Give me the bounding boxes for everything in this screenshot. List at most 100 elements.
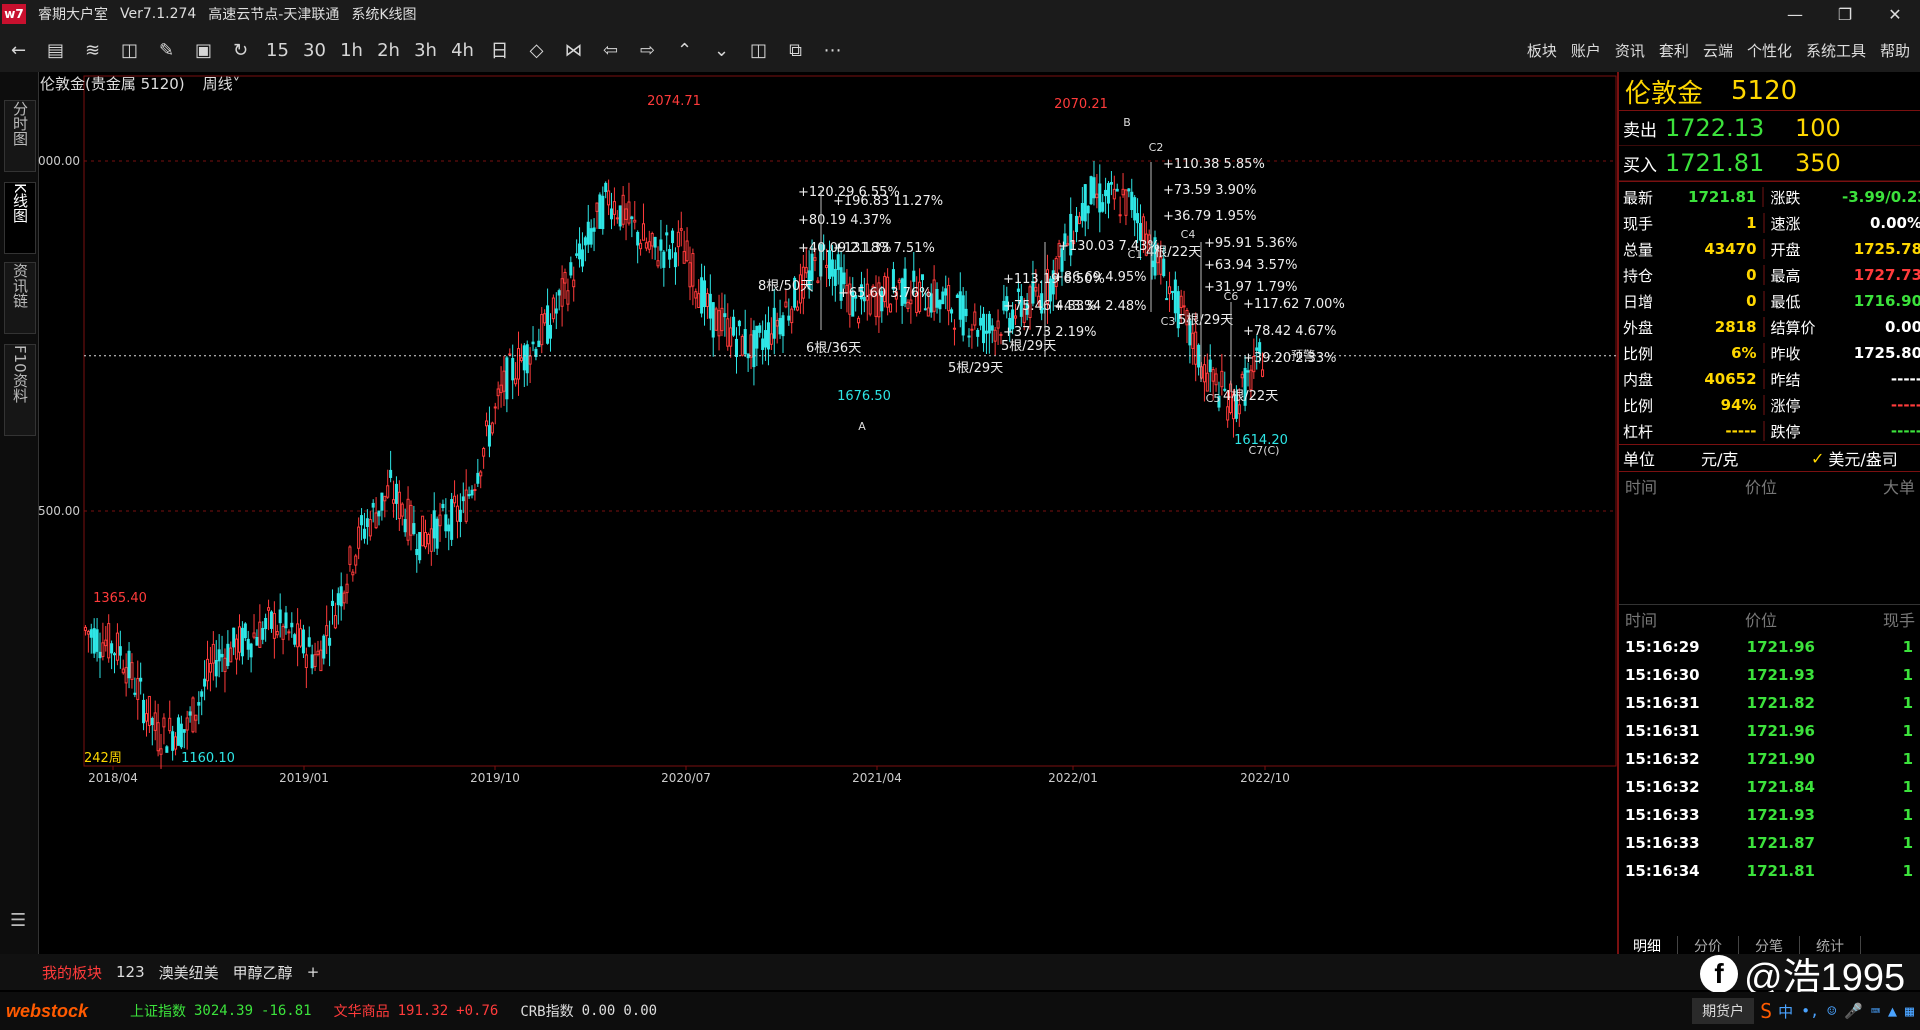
tick-time: 15:16:32 — [1625, 778, 1700, 796]
candle-body — [1080, 203, 1084, 221]
period-1h[interactable]: 1h — [333, 40, 370, 61]
menu-sectors[interactable]: 板块 — [1527, 40, 1557, 61]
up-icon[interactable]: ⌃ — [666, 40, 703, 61]
left-icon[interactable]: ⇦ — [592, 40, 629, 61]
menu-news[interactable]: 资讯 — [1615, 40, 1645, 61]
quote-value: 1721.81 — [1688, 188, 1757, 206]
tab-my-sector[interactable]: 我的板块 — [42, 962, 102, 983]
menu-personalize[interactable]: 个性化 — [1747, 40, 1792, 61]
ime-icon[interactable]: S — [1760, 999, 1772, 1023]
candle-body — [188, 711, 192, 716]
keyboard-icon[interactable]: ⌨ — [1871, 1002, 1880, 1020]
quote-label: 跌停 — [1770, 422, 1801, 441]
period-dropdown[interactable]: 周线˅ — [203, 73, 241, 94]
grid-icon[interactable]: ▦ — [1905, 1002, 1914, 1020]
down-icon[interactable]: ⌄ — [703, 40, 740, 61]
list-menu-icon[interactable]: ☰ — [10, 910, 26, 931]
quote-name: 伦敦金 — [1625, 78, 1704, 109]
candle-body — [1211, 369, 1215, 382]
candle-body — [1141, 216, 1145, 241]
candle-body — [984, 330, 988, 334]
candle-icon[interactable]: ◫ — [111, 40, 148, 61]
bid-row[interactable]: 买入 1721.81 350 — [1619, 146, 1920, 181]
draw-icon[interactable]: ✎ — [148, 40, 185, 61]
candle-body — [423, 532, 428, 548]
menu-help[interactable]: 帮助 — [1880, 40, 1910, 61]
candle-body — [578, 243, 582, 260]
ime-chinese-icon[interactable]: 中 — [1778, 1001, 1793, 1022]
zoom-out-icon[interactable]: ⋈ — [555, 40, 592, 61]
tab-kline[interactable]: K线图 — [4, 182, 36, 254]
unit-option[interactable]: 美元/盎司 — [1828, 446, 1897, 470]
bid-label: 买入 — [1623, 155, 1657, 176]
candle-body — [426, 533, 430, 545]
period-day[interactable]: 日 — [481, 37, 518, 63]
server-node[interactable]: 高速云节点-天津联通 — [208, 4, 339, 24]
quote-label: 最高 — [1770, 266, 1801, 285]
tab-intraday[interactable]: 分时图 — [4, 100, 36, 172]
menu-cloud[interactable]: 云端 — [1703, 40, 1733, 61]
idx3-name[interactable]: CRB指数 — [520, 1001, 573, 1021]
tick-price: 1721.93 — [1746, 806, 1815, 824]
candle-body — [775, 319, 779, 327]
tab-aus-nz[interactable]: 澳美纽美 — [159, 962, 219, 983]
list-icon[interactable]: ▤ — [37, 40, 74, 61]
more-icon[interactable]: ⋯ — [814, 40, 851, 61]
period-2h[interactable]: 2h — [370, 40, 407, 61]
candle-body — [458, 509, 462, 522]
menu-system-tools[interactable]: 系统工具 — [1806, 40, 1866, 61]
candle-body — [226, 643, 230, 667]
quote-row: 杠杆 ----- 跌停 ----- — [1619, 418, 1920, 444]
instrument-label[interactable]: 伦敦金(贵金属 5120) — [40, 73, 185, 94]
tab-news-chain[interactable]: 资讯链 — [4, 262, 36, 334]
quote-value: 1727.73 — [1853, 266, 1920, 284]
candle-body — [153, 712, 157, 731]
low-label: 1676.50 — [837, 389, 891, 404]
ask-row[interactable]: 卖出 1722.13 100 — [1619, 111, 1920, 146]
candle-body — [418, 532, 422, 561]
period-3h[interactable]: 3h — [407, 40, 444, 61]
back-arrow-icon[interactable]: ← — [0, 40, 37, 61]
save-icon[interactable]: ▣ — [185, 40, 222, 61]
candle-body — [525, 344, 529, 374]
candle-body — [842, 272, 846, 285]
candle-body — [830, 259, 834, 277]
shirt-icon[interactable]: ▲ — [1888, 1002, 1897, 1020]
tab-f10[interactable]: F10资料 — [4, 344, 36, 436]
mic-icon[interactable]: 🎤 — [1844, 1002, 1863, 1020]
candle-body — [139, 677, 143, 682]
idx2-name[interactable]: 文华商品 — [334, 1001, 390, 1021]
candle-body — [1136, 213, 1140, 224]
punct-icon[interactable]: •, — [1801, 1002, 1819, 1020]
menu-account[interactable]: 账户 — [1571, 40, 1601, 61]
add-tab-button[interactable]: + — [307, 963, 320, 981]
account-type[interactable]: 期货户 — [1692, 998, 1755, 1024]
period-15[interactable]: 15 — [259, 40, 296, 61]
period-30[interactable]: 30 — [296, 40, 333, 61]
candle-body — [1130, 191, 1134, 211]
quote-value: 1 — [1746, 214, 1757, 232]
close-icon[interactable]: ✕ — [1870, 0, 1920, 28]
zoom-in-icon[interactable]: ◇ — [518, 40, 555, 61]
tick-header: 时间 价位 现手 — [1619, 604, 1920, 633]
right-icon[interactable]: ⇨ — [629, 40, 666, 61]
kline-chart[interactable]: 2000.00 1500.00 2018/04 2019/01 2019/10 2020/… — [38, 72, 1617, 954]
period-4h[interactable]: 4h — [444, 40, 481, 61]
line-chart-icon[interactable]: ≋ — [74, 40, 111, 61]
ruler-label: +63.94 3.57% — [1204, 258, 1298, 273]
duration-label: 8根/50天 — [758, 279, 813, 294]
refresh-icon[interactable]: ↻ — [222, 40, 259, 61]
layout-icon[interactable]: ◫ — [740, 40, 777, 61]
unit-value[interactable]: 元/克 — [1701, 446, 1811, 470]
emoji-icon[interactable]: ☺ — [1827, 1002, 1836, 1020]
tab-123[interactable]: 123 — [116, 963, 145, 981]
tick-price: 1721.84 — [1746, 778, 1815, 796]
window-icon[interactable]: ⧉ — [777, 40, 814, 61]
tab-methanol[interactable]: 甲醇乙醇 — [233, 962, 293, 983]
candle-body — [86, 630, 90, 635]
restore-icon[interactable]: ❐ — [1820, 0, 1870, 28]
menu-arbitrage[interactable]: 套利 — [1659, 40, 1689, 61]
idx1-name[interactable]: 上证指数 — [130, 1001, 186, 1021]
minimize-icon[interactable]: — — [1770, 0, 1820, 28]
candle-body — [1226, 406, 1230, 421]
